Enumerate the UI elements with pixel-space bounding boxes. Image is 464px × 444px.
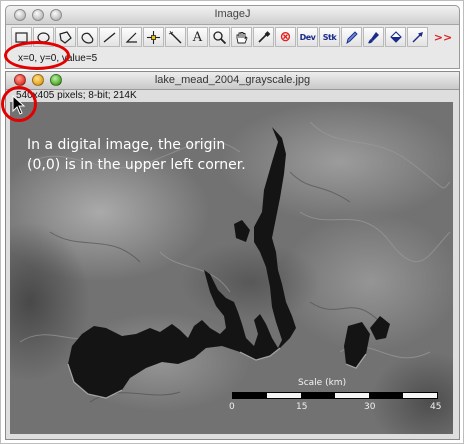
pencil-tool-button[interactable] [341, 27, 362, 47]
flood-fill-button[interactable] [385, 27, 406, 47]
hand-tool-icon [236, 31, 248, 43]
imagej-titlebar[interactable]: ImageJ [6, 6, 459, 25]
color-picker-button[interactable] [253, 27, 274, 47]
brush-tool-button[interactable] [363, 27, 384, 47]
point-tool-button[interactable] [143, 27, 164, 47]
scale-tick-label: 30 [364, 402, 376, 412]
remove-overlay-icon: ⊗ [279, 29, 292, 45]
color-picker-icon [258, 30, 271, 43]
scale-segment [301, 393, 335, 398]
imagej-title: ImageJ [214, 8, 251, 20]
arrow-tool-icon [412, 31, 423, 42]
hand-tool-button[interactable] [231, 27, 252, 47]
text-tool-button[interactable]: A [187, 27, 208, 47]
magnifier-tool-button[interactable] [209, 27, 230, 47]
line-tool-button[interactable] [99, 27, 120, 47]
pencil-tool-icon [346, 30, 358, 44]
flood-fill-icon [390, 30, 402, 43]
scale-tick-label: 0 [229, 402, 235, 412]
text-tool-icon: A [192, 29, 203, 45]
scale-bar: Scale (km) 0 15 30 45 [222, 378, 444, 426]
freehand-tool-icon [81, 32, 94, 44]
scale-segment [267, 393, 301, 398]
image-canvas[interactable]: In a digital image, the origin (0,0) is … [10, 102, 453, 434]
stack-tools-button[interactable]: Stk [319, 27, 340, 47]
wand-tool-icon [168, 30, 182, 43]
image-titlebar[interactable]: lake_mead_2004_grayscale.jpg [6, 72, 459, 90]
origin-annotation: In a digital image, the origin (0,0) is … [27, 137, 246, 173]
wand-tool-button[interactable] [165, 27, 186, 47]
status-highlight-oval [4, 41, 70, 70]
scale-segment [403, 393, 437, 398]
origin-highlight-circle [1, 86, 37, 122]
remove-overlay-button[interactable]: ⊗ [275, 27, 296, 47]
line-tool-icon [103, 31, 116, 43]
magnifier-tool-icon [213, 30, 227, 44]
more-tools-button[interactable]: >> [429, 27, 457, 47]
imagej-toolbar-window: ImageJ A ⊗ Dev Stk >> x=0, y=0, value=5 [5, 5, 460, 69]
developer-menu-button[interactable]: Dev [297, 27, 318, 47]
developer-menu-icon: Dev [299, 32, 316, 42]
scale-tick-label: 15 [296, 402, 308, 412]
image-window: lake_mead_2004_grayscale.jpg 540x405 pix… [5, 71, 460, 440]
freehand-tool-button[interactable] [77, 27, 98, 47]
image-title: lake_mead_2004_grayscale.jpg [154, 74, 311, 86]
polygon-tool-icon [59, 30, 72, 44]
tool-buttons: A ⊗ Dev Stk >> [11, 27, 457, 49]
brush-tool-icon [368, 31, 379, 43]
scale-segment [369, 393, 403, 398]
angle-tool-icon [125, 32, 137, 43]
scale-tick-label: 45 [430, 402, 442, 412]
point-tool-icon [147, 30, 160, 44]
more-tools-label: >> [433, 30, 453, 44]
stack-tools-icon: Stk [322, 32, 337, 42]
arrow-tool-button[interactable] [407, 27, 428, 47]
scale-bar-graphic [232, 392, 438, 399]
scale-title: Scale (km) [298, 378, 347, 388]
scale-segment [335, 393, 369, 398]
scale-segment [233, 393, 267, 398]
angle-tool-button[interactable] [121, 27, 142, 47]
